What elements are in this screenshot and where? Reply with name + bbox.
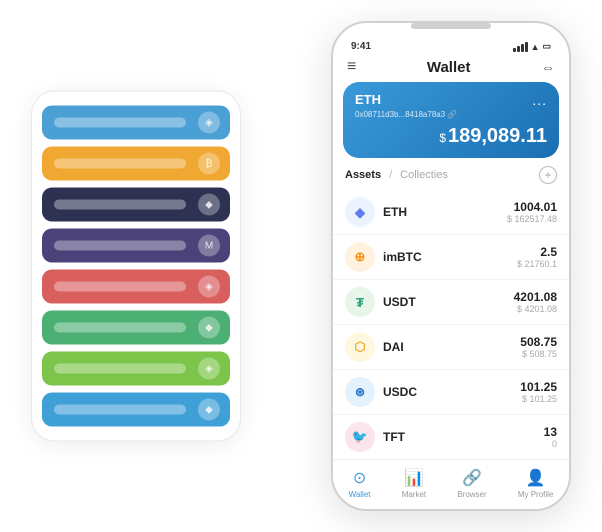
signal-icon xyxy=(513,42,528,52)
eth-icon: ◆ xyxy=(345,197,375,227)
eth-balance: $189,089.11 xyxy=(355,125,547,148)
add-asset-button[interactable]: + xyxy=(539,166,557,184)
eth-card-label: ETH xyxy=(355,92,381,107)
table-row[interactable]: ◆ ETH 1004.01 $ 162517.48 xyxy=(333,190,569,235)
profile-nav-icon: 👤 xyxy=(526,468,546,488)
page-title: Wallet xyxy=(427,59,471,76)
scene: ◈ ₿ ◆ M ◈ ◆ ◈ ◆ xyxy=(21,21,581,511)
eth-card-more[interactable]: ... xyxy=(532,92,547,108)
wallet-icon: ◆ xyxy=(198,194,220,216)
asset-amount-primary: 1004.01 xyxy=(507,200,557,214)
list-item[interactable]: ◈ xyxy=(42,106,230,140)
asset-amounts: 4201.08 $ 4201.08 xyxy=(514,290,557,314)
card-stack: ◈ ₿ ◆ M ◈ ◆ ◈ ◆ xyxy=(31,91,241,442)
status-icons: ▲ ▭ xyxy=(513,41,551,52)
currency-symbol: $ xyxy=(439,131,446,145)
usdc-icon: ⊛ xyxy=(345,377,375,407)
list-item[interactable]: ◈ xyxy=(42,352,230,386)
expand-icon[interactable]: ⇔ xyxy=(541,59,555,75)
assets-section: Assets / Collecties + ◆ ETH 1004.01 $ 16… xyxy=(333,166,569,459)
wallet-icon: ◆ xyxy=(198,317,220,339)
asset-amount-secondary: $ 21760.1 xyxy=(517,259,557,269)
table-row[interactable]: ⊛ USDC 101.25 $ 101.25 xyxy=(333,370,569,415)
asset-amount-secondary: $ 162517.48 xyxy=(507,214,557,224)
asset-name: USDC xyxy=(383,385,520,399)
phone: 9:41 ▲ ▭ ≡ Wallet ⇔ ETH ... xyxy=(331,21,571,511)
table-row[interactable]: ⊕ imBTC 2.5 $ 21760.1 xyxy=(333,235,569,280)
usdt-icon: ₮ xyxy=(345,287,375,317)
wallet-icon: ◈ xyxy=(198,358,220,380)
battery-icon: ▭ xyxy=(542,41,551,52)
asset-amount-secondary: $ 101.25 xyxy=(520,394,557,404)
asset-name: TFT xyxy=(383,430,544,444)
asset-name: imBTC xyxy=(383,250,517,264)
asset-amount-primary: 2.5 xyxy=(517,245,557,259)
eth-address: 0x08711d3b...8418a78a3 🔗 xyxy=(355,110,547,119)
asset-amounts: 101.25 $ 101.25 xyxy=(520,380,557,404)
list-item[interactable]: M xyxy=(42,229,230,263)
menu-icon[interactable]: ≡ xyxy=(347,58,356,76)
table-row[interactable]: ⬡ DAI 508.75 $ 508.75 xyxy=(333,325,569,370)
eth-card[interactable]: ETH ... 0x08711d3b...8418a78a3 🔗 $189,08… xyxy=(343,82,559,158)
asset-amounts: 508.75 $ 508.75 xyxy=(520,335,557,359)
asset-amount-primary: 101.25 xyxy=(520,380,557,394)
list-item[interactable]: ◈ xyxy=(42,270,230,304)
asset-name: ETH xyxy=(383,205,507,219)
bottom-nav: ⊙ Wallet 📊 Market 🔗 Browser 👤 My Profile xyxy=(333,459,569,509)
phone-notch xyxy=(411,23,491,29)
asset-name: DAI xyxy=(383,340,520,354)
list-item[interactable]: ◆ xyxy=(42,311,230,345)
asset-name: USDT xyxy=(383,295,514,309)
list-item[interactable]: ₿ xyxy=(42,147,230,181)
asset-amount-secondary: $ 4201.08 xyxy=(514,304,557,314)
wallet-icon: ◈ xyxy=(198,276,220,298)
nav-profile[interactable]: 👤 My Profile xyxy=(518,468,554,499)
assets-header: Assets / Collecties + xyxy=(333,166,569,190)
tft-icon: 🐦 xyxy=(345,422,375,452)
asset-amounts: 2.5 $ 21760.1 xyxy=(517,245,557,269)
nav-profile-label: My Profile xyxy=(518,490,554,499)
phone-header: ≡ Wallet ⇔ xyxy=(333,54,569,82)
nav-market-label: Market xyxy=(402,490,426,499)
market-nav-icon: 📊 xyxy=(404,468,424,488)
wallet-icon: M xyxy=(198,235,220,257)
tab-assets[interactable]: Assets xyxy=(345,169,381,181)
list-item[interactable]: ◆ xyxy=(42,188,230,222)
asset-amount-primary: 4201.08 xyxy=(514,290,557,304)
asset-amounts: 1004.01 $ 162517.48 xyxy=(507,200,557,224)
asset-amount-primary: 508.75 xyxy=(520,335,557,349)
nav-browser[interactable]: 🔗 Browser xyxy=(457,468,486,499)
browser-nav-icon: 🔗 xyxy=(462,468,482,488)
status-time: 9:41 xyxy=(351,41,371,52)
table-row[interactable]: 🐦 TFT 13 0 xyxy=(333,415,569,459)
list-item[interactable]: ◆ xyxy=(42,393,230,427)
table-row[interactable]: ₮ USDT 4201.08 $ 4201.08 xyxy=(333,280,569,325)
assets-tabs: Assets / Collecties xyxy=(345,169,448,181)
tab-divider: / xyxy=(389,169,392,181)
wallet-icon: ◈ xyxy=(198,112,220,134)
nav-market[interactable]: 📊 Market xyxy=(402,468,426,499)
nav-wallet-label: Wallet xyxy=(349,490,371,499)
tab-collecties[interactable]: Collecties xyxy=(400,169,448,181)
status-bar: 9:41 ▲ ▭ xyxy=(333,33,569,54)
wallet-icon: ₿ xyxy=(198,153,220,175)
asset-list: ◆ ETH 1004.01 $ 162517.48 ⊕ imBTC 2.5 $ … xyxy=(333,190,569,459)
dai-icon: ⬡ xyxy=(345,332,375,362)
wifi-icon: ▲ xyxy=(531,42,540,52)
asset-amount-primary: 13 xyxy=(544,425,557,439)
wallet-nav-icon: ⊙ xyxy=(353,468,366,488)
asset-amount-secondary: 0 xyxy=(544,439,557,449)
nav-browser-label: Browser xyxy=(457,490,486,499)
asset-amounts: 13 0 xyxy=(544,425,557,449)
wallet-icon: ◆ xyxy=(198,399,220,421)
asset-amount-secondary: $ 508.75 xyxy=(520,349,557,359)
imbtc-icon: ⊕ xyxy=(345,242,375,272)
nav-wallet[interactable]: ⊙ Wallet xyxy=(349,468,371,499)
